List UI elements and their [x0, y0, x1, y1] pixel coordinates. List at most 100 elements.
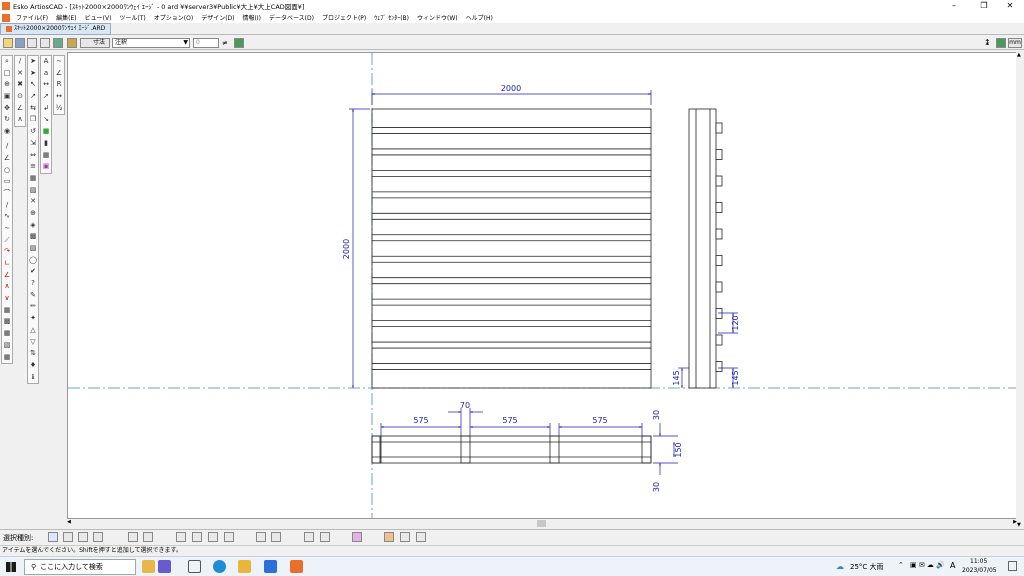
- line-icon[interactable]: ∕: [2, 141, 12, 151]
- trim-icon[interactable]: ↷: [2, 246, 12, 256]
- zoom-window-icon[interactable]: □: [2, 68, 12, 78]
- task-view-icon[interactable]: [188, 560, 201, 573]
- check-icon[interactable]: ✔: [28, 266, 38, 276]
- eye-icon[interactable]: ◉: [2, 126, 12, 136]
- group-icon[interactable]: ▦: [28, 173, 38, 183]
- polyline-icon[interactable]: ∠: [2, 153, 12, 163]
- circle-point-icon[interactable]: ⊙: [15, 91, 25, 101]
- ruler-icon[interactable]: ↨: [984, 38, 994, 48]
- extend-icon[interactable]: ∟: [2, 258, 12, 268]
- horizontal-dim-icon[interactable]: ∼: [54, 56, 64, 66]
- artioscad-taskbar-icon[interactable]: [290, 560, 303, 573]
- radius-dim-icon[interactable]: R: [54, 79, 64, 89]
- measure-icon[interactable]: ◯: [28, 255, 38, 265]
- select-mode-4-icon[interactable]: [93, 532, 103, 542]
- scroll-thumb[interactable]: [537, 520, 546, 527]
- target-icon[interactable]: ⊕: [28, 208, 38, 218]
- menu-view[interactable]: ビュー(V): [85, 13, 112, 22]
- news-widget-icon[interactable]: [142, 560, 155, 573]
- menu-help[interactable]: ヘルプ(H): [466, 13, 493, 22]
- scroll-down-icon[interactable]: ▼: [1017, 522, 1021, 528]
- zoom-fit-icon[interactable]: ▣: [2, 91, 12, 101]
- save-icon[interactable]: [15, 38, 25, 48]
- array-icon[interactable]: ▦: [2, 328, 12, 338]
- dimension-button[interactable]: 寸法: [80, 38, 110, 48]
- print-icon[interactable]: [27, 38, 37, 48]
- select-mode-2-icon[interactable]: [63, 532, 73, 542]
- align-icon[interactable]: ≡: [28, 161, 38, 171]
- select-list-b-icon[interactable]: [271, 532, 281, 542]
- layers-icon[interactable]: [53, 38, 63, 48]
- angle-dim-icon[interactable]: ∠: [54, 68, 64, 78]
- ime-indicator[interactable]: A: [950, 561, 955, 570]
- diagonal-arrow-icon[interactable]: ↘: [41, 114, 51, 124]
- clock-time[interactable]: 11:05: [970, 558, 987, 565]
- menu-info[interactable]: 情報(I): [243, 13, 261, 22]
- menu-app-icon[interactable]: [2, 13, 10, 22]
- explorer-icon[interactable]: [238, 560, 251, 573]
- grid-icon[interactable]: ▦: [2, 352, 12, 362]
- angle-icon[interactable]: ∠: [2, 270, 12, 280]
- pattern-icon[interactable]: ▧: [2, 340, 12, 350]
- select-zoom-a-icon[interactable]: [304, 532, 314, 542]
- select-pointer-d-icon[interactable]: [192, 532, 202, 542]
- tray-chevron-icon[interactable]: ⌃: [898, 561, 904, 569]
- reshape-icon[interactable]: ▧: [28, 243, 38, 253]
- units-button[interactable]: mm: [1008, 38, 1022, 48]
- pen-icon[interactable]: ✎: [28, 290, 38, 300]
- menu-file[interactable]: ファイル(F): [16, 13, 48, 22]
- zoom-icon[interactable]: ⌕: [2, 56, 12, 66]
- cross-icon[interactable]: ✕: [15, 68, 25, 78]
- offset-icon[interactable]: ∕: [2, 200, 12, 210]
- spline-icon[interactable]: ∼: [2, 223, 12, 233]
- select-layer-icon[interactable]: [384, 532, 394, 542]
- horizontal-scrollbar[interactable]: ◀ ▶: [67, 519, 1017, 528]
- tile-icon[interactable]: ▩: [2, 316, 12, 326]
- barcode-icon[interactable]: ▮: [41, 138, 51, 148]
- circle-icon[interactable]: ○: [2, 165, 12, 175]
- brush-icon[interactable]: ✏: [28, 301, 38, 311]
- close-button[interactable]: ✕: [996, 0, 1024, 12]
- wand-icon[interactable]: ✦: [28, 313, 38, 323]
- select-pointer-b-icon[interactable]: [143, 532, 153, 542]
- zoom-in-icon[interactable]: ⊕: [2, 79, 12, 89]
- intersect-icon[interactable]: ✖: [15, 79, 25, 89]
- curve-icon[interactable]: ∿: [2, 211, 12, 221]
- select-pointer-a-icon[interactable]: [128, 532, 138, 542]
- swap-icon[interactable]: ⇅: [28, 348, 38, 358]
- select-arrow-icon[interactable]: ➤: [28, 56, 38, 66]
- diagonal-icon[interactable]: ⟋: [2, 235, 12, 245]
- arrow-icon[interactable]: ➚: [41, 91, 51, 101]
- select-mode-3-icon[interactable]: [78, 532, 88, 542]
- info-icon[interactable]: ℹ: [28, 372, 38, 382]
- menu-tools[interactable]: ツール(T): [119, 13, 145, 22]
- windows-start-icon[interactable]: [6, 562, 16, 572]
- properties-icon[interactable]: [40, 38, 50, 48]
- clock-date[interactable]: 2023/07/05: [962, 567, 997, 574]
- rectangle-icon[interactable]: ▭: [2, 176, 12, 186]
- maximize-button[interactable]: ❐: [970, 0, 998, 12]
- select-cross-icon[interactable]: [416, 532, 426, 542]
- menu-edit[interactable]: 編集(E): [56, 13, 76, 22]
- view-icon[interactable]: [67, 38, 77, 48]
- pan-icon[interactable]: ✥: [2, 103, 12, 113]
- select-pointer-icon[interactable]: ↖: [28, 79, 38, 89]
- scroll-left-icon[interactable]: ◀: [67, 519, 71, 525]
- scale-icon[interactable]: ⇲: [28, 138, 38, 148]
- scroll-up-icon[interactable]: ▲: [1017, 52, 1021, 58]
- block-icon[interactable]: ▦: [2, 305, 12, 315]
- ungroup-icon[interactable]: ▧: [28, 185, 38, 195]
- help-icon[interactable]: ?: [28, 278, 38, 288]
- miter-icon[interactable]: ∨: [2, 293, 12, 303]
- copy-icon[interactable]: ❐: [28, 114, 38, 124]
- tangent-icon[interactable]: ∠: [15, 103, 25, 113]
- menu-webcenter[interactable]: ｳｪﾌﾞ ｾﾝﾀｰ(B): [374, 13, 409, 22]
- document-tab[interactable]: ｽｷｯﾄ2000×2000ﾜﾝｳｪｲ ｴｰｼﾞ.ARD: [0, 23, 112, 35]
- layer-down-icon[interactable]: ▽: [28, 337, 38, 347]
- text-icon[interactable]: A: [41, 56, 51, 66]
- open-icon[interactable]: [3, 38, 13, 48]
- tag-icon[interactable]: ♦: [28, 360, 38, 370]
- menu-options[interactable]: オプション(O): [154, 13, 193, 22]
- mail-icon[interactable]: [264, 560, 277, 573]
- select-color-icon[interactable]: [352, 532, 362, 542]
